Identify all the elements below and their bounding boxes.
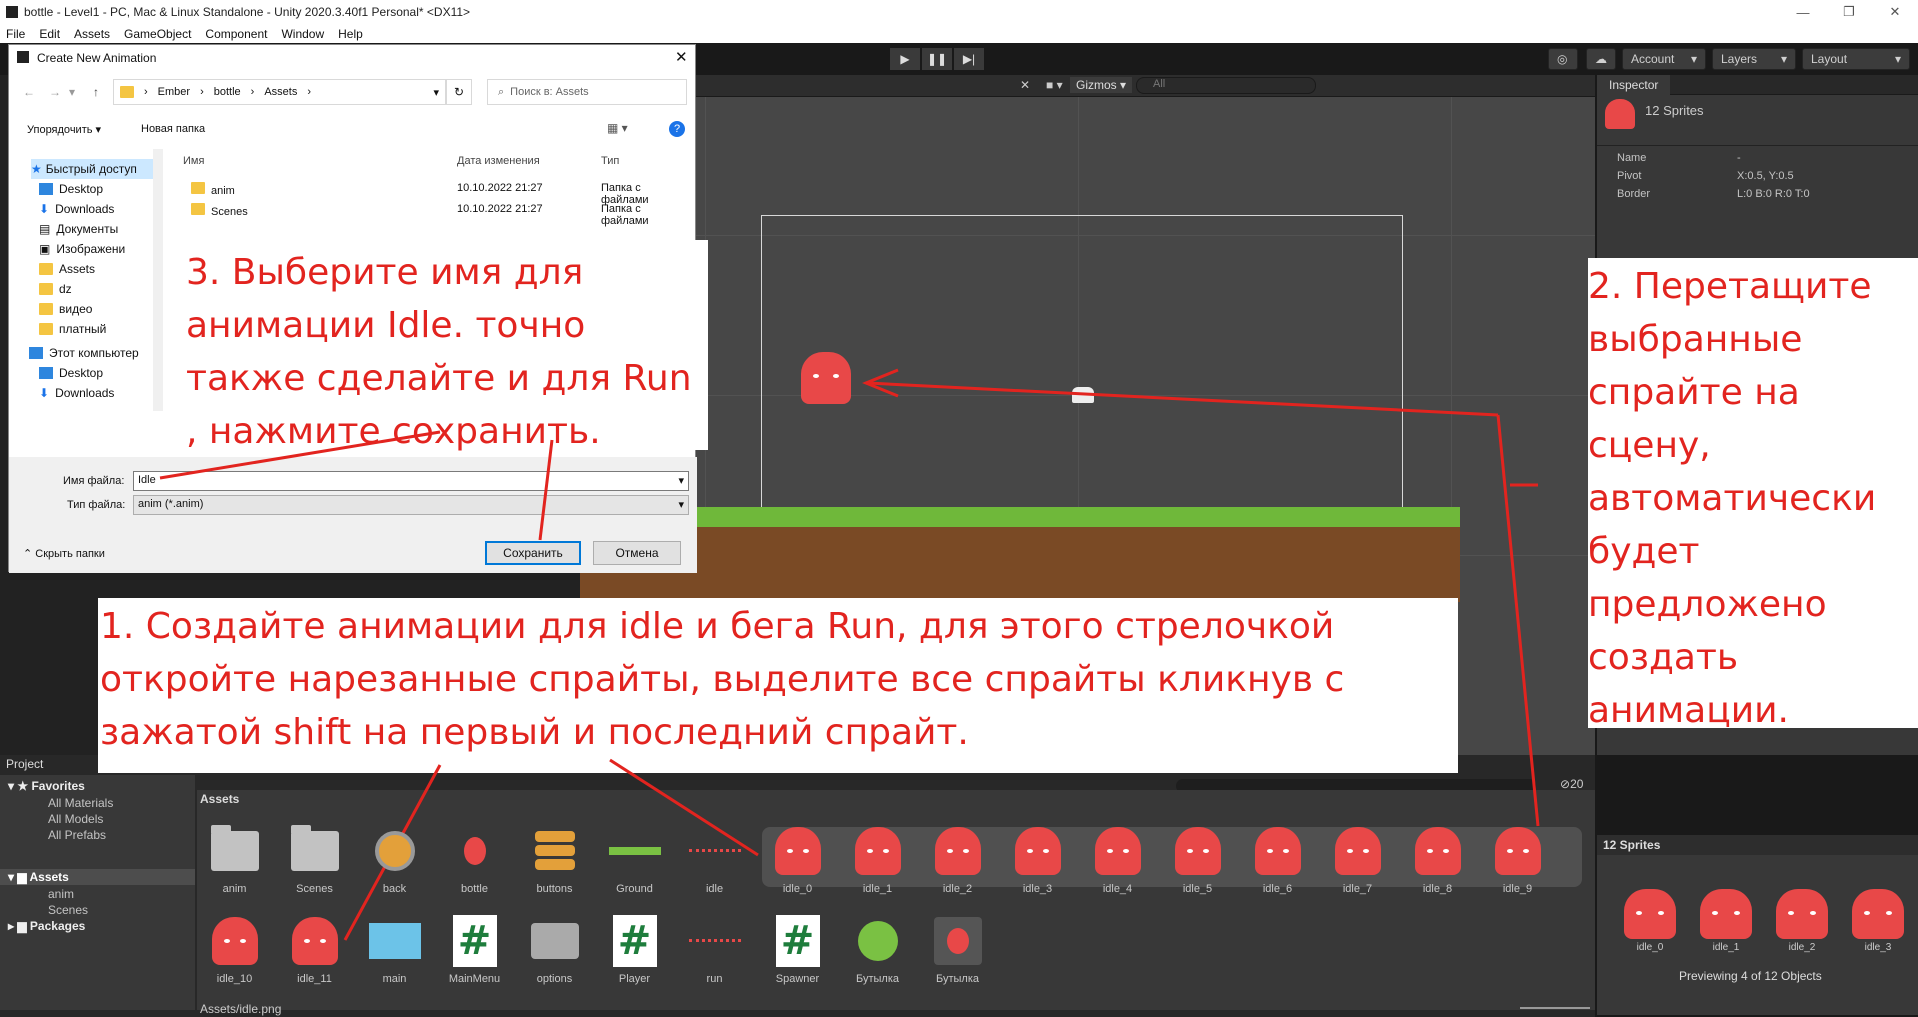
sprite-icon [1414, 827, 1461, 875]
asset-label: MainMenu [448, 973, 501, 985]
asset-tile[interactable]: idle_8 [1400, 825, 1475, 895]
folder-icon [210, 825, 259, 871]
sprite-icon [291, 917, 338, 965]
sprite-icon [1494, 827, 1541, 875]
back-icon [374, 831, 415, 871]
image-icon [530, 923, 579, 959]
asset-tile[interactable]: buttons [517, 825, 592, 895]
asset-label: anim [222, 883, 247, 895]
asset-tile[interactable]: idle_9 [1480, 825, 1555, 895]
asset-label: run [706, 973, 723, 985]
asset-label: buttons [536, 883, 573, 895]
asset-tile[interactable]: idle_2 [920, 825, 995, 895]
asset-label: idle_2 [942, 883, 973, 895]
sprite-icon [854, 827, 901, 875]
asset-tile[interactable]: idle_10 [197, 915, 272, 985]
asset-label: back [382, 883, 407, 895]
asset-tile[interactable]: # MainMenu [437, 915, 512, 985]
asset-tile[interactable]: Бутылка [920, 915, 995, 985]
asset-tile[interactable]: main [357, 915, 432, 985]
sprite-icon [1014, 827, 1061, 875]
folder-icon [290, 825, 339, 871]
asset-label: Бутылка [855, 973, 899, 985]
asset-tile[interactable]: back [357, 825, 432, 895]
bottle-icon [463, 837, 486, 865]
image-icon [368, 923, 421, 959]
arrow-to-filename [159, 430, 441, 480]
sprite-icon [211, 917, 258, 965]
asset-label: Бутылка [935, 973, 979, 985]
arrow-to-sprites [1496, 414, 1540, 827]
asset-tile[interactable]: run [677, 915, 752, 985]
asset-label: idle_7 [1342, 883, 1373, 895]
ground-icon [608, 847, 661, 855]
asset-tile[interactable]: # Spawner [760, 915, 835, 985]
asset-tile[interactable]: idle_4 [1080, 825, 1155, 895]
asset-tile[interactable]: anim [197, 825, 272, 895]
asset-tile[interactable]: idle_6 [1240, 825, 1315, 895]
asset-tile[interactable]: idle_5 [1160, 825, 1235, 895]
asset-tile[interactable]: options [517, 915, 592, 985]
asset-tile[interactable]: idle_1 [840, 825, 915, 895]
spritesheet-icon [688, 849, 741, 853]
sprite-icon [1174, 827, 1221, 875]
csharp-script-icon: # [452, 915, 497, 967]
sprite-icon [1334, 827, 1381, 875]
asset-label: Scenes [296, 883, 333, 895]
asset-label: idle_10 [216, 973, 253, 985]
asset-tile[interactable]: Ground [597, 825, 672, 895]
asset-label: idle [705, 883, 724, 895]
asset-label: idle_11 [297, 973, 332, 985]
asset-label: options [536, 973, 573, 985]
sprite-icon [1094, 827, 1141, 875]
arrow-to-save [538, 439, 554, 541]
asset-tile[interactable]: idle_3 [1000, 825, 1075, 895]
asset-tile[interactable]: idle [677, 825, 752, 895]
asset-label: idle_9 [1502, 883, 1533, 895]
asset-tile[interactable]: Бутылка [840, 915, 915, 985]
asset-tile[interactable]: idle_0 [760, 825, 835, 895]
asset-label: idle_1 [862, 883, 893, 895]
csharp-script-icon: # [775, 915, 820, 967]
ball-icon [857, 921, 898, 961]
asset-label: Player [618, 973, 651, 985]
asset-label: Ground [616, 883, 653, 895]
csharp-script-icon: # [612, 915, 657, 967]
asset-tile[interactable]: bottle [437, 825, 512, 895]
sprite-icon [774, 827, 821, 875]
asset-label: bottle [461, 883, 488, 895]
asset-label: idle_8 [1422, 883, 1453, 895]
asset-tile[interactable]: Scenes [277, 825, 352, 895]
asset-tile[interactable]: # Player [597, 915, 672, 985]
asset-label: idle_4 [1102, 883, 1133, 895]
asset-label: idle_6 [1262, 883, 1293, 895]
asset-label: idle_0 [782, 883, 813, 895]
arrow-to-scene [867, 381, 1499, 417]
sprite-icon [934, 827, 981, 875]
asset-tile[interactable]: idle_7 [1320, 825, 1395, 895]
asset-tile[interactable]: idle_11 [277, 915, 352, 985]
asset-label: idle_5 [1182, 883, 1213, 895]
sprite-icon [1254, 827, 1301, 875]
spritesheet-icon [688, 939, 741, 943]
asset-label: idle_3 [1022, 883, 1053, 895]
asset-label: main [382, 973, 407, 985]
asset-label: Spawner [775, 973, 820, 985]
